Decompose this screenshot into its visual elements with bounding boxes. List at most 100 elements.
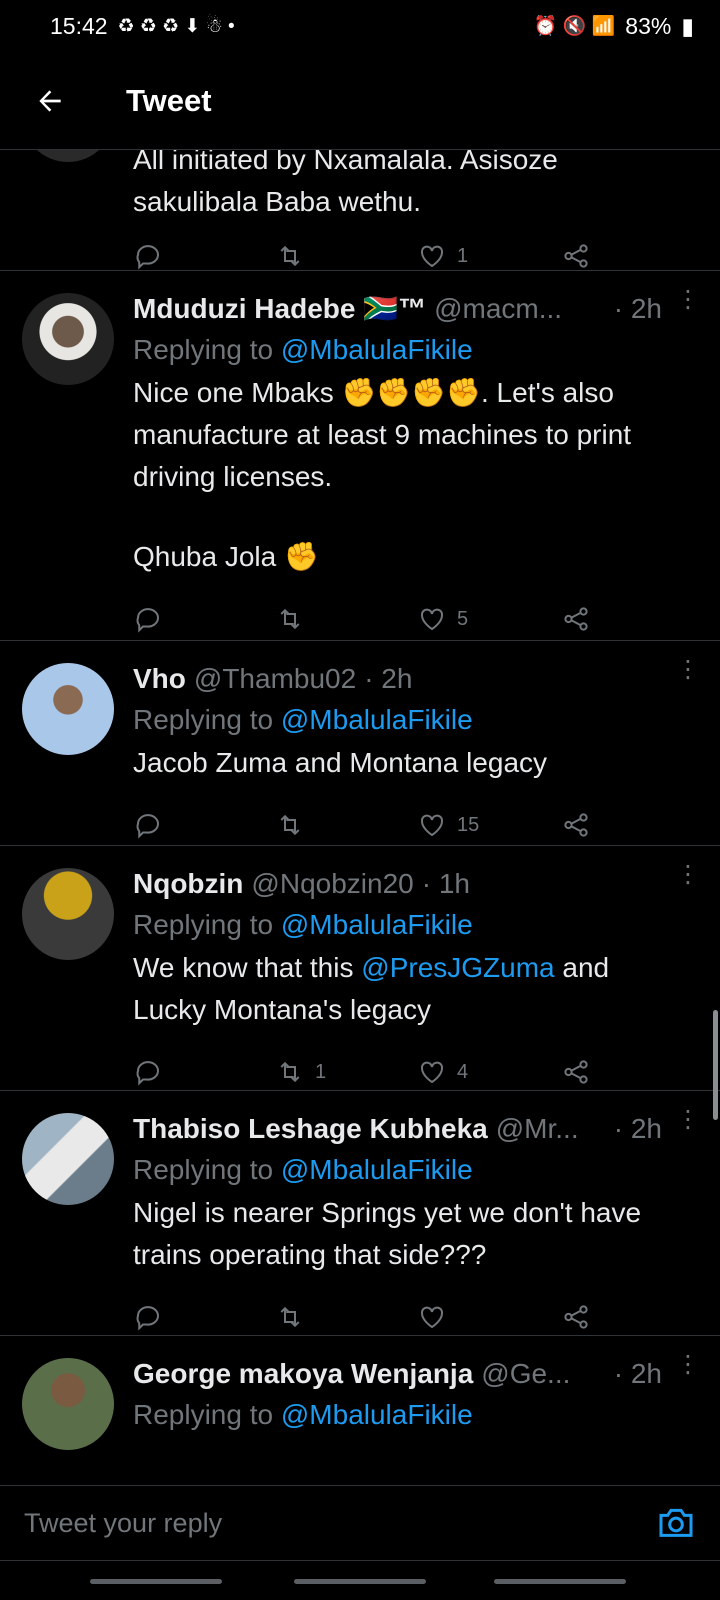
like-icon — [420, 1061, 444, 1084]
scrollbar-thumb[interactable] — [713, 1010, 718, 1120]
battery-icon: ▮ — [681, 12, 694, 39]
system-icons: ⏰ 🔇 📶 — [533, 16, 616, 37]
author-name[interactable]: Nqobzin — [133, 864, 243, 904]
replying-to: Replying to @MbalulaFikile — [133, 904, 690, 946]
replying-to: Replying to @MbalulaFikile — [133, 1394, 690, 1436]
replying-prefix: Replying to — [133, 909, 281, 940]
like-count: 4 — [457, 1060, 469, 1083]
nav-recents[interactable] — [90, 1579, 222, 1584]
replying-prefix: Replying to — [133, 1399, 281, 1430]
tweet-text: Qhuba Jola ✊ — [133, 541, 319, 572]
like-button[interactable]: 15 — [417, 810, 479, 840]
retweet-icon — [280, 1306, 300, 1328]
retweet-button[interactable] — [275, 241, 305, 271]
replying-to-mention[interactable]: @MbalulaFikile — [281, 909, 473, 940]
like-button[interactable]: 5 — [417, 604, 468, 634]
reply-icon — [136, 608, 159, 633]
share-button[interactable] — [561, 1302, 591, 1332]
like-count: 5 — [457, 607, 469, 630]
nav-back[interactable] — [494, 1579, 626, 1584]
tweet-text: sakulibala Baba wethu. — [133, 186, 421, 217]
tweet-item[interactable]: ⋮ Vho @Thambu02 · 2h Replying to @Mbalul… — [0, 641, 720, 846]
share-button[interactable] — [561, 810, 591, 840]
retweet-icon — [280, 1061, 300, 1083]
tweet-text: Nigel is nearer Springs yet we don't hav… — [133, 1197, 642, 1228]
tweet-item[interactable]: ⋮ Thabiso Leshage Kubheka @Mr... · 2h Re… — [0, 1091, 720, 1336]
tweet-time: · 1h — [421, 868, 470, 899]
replying-to: Replying to @MbalulaFikile — [133, 1149, 690, 1191]
status-time: 15:42 — [50, 12, 108, 39]
tweet-text: Nice one Mbaks ✊✊✊✊. Let's also — [133, 377, 614, 408]
replying-to-mention[interactable]: @MbalulaFikile — [281, 1154, 473, 1185]
replying-prefix: Replying to — [133, 1154, 281, 1185]
avatar[interactable] — [22, 293, 114, 385]
tweet-time: · 2h — [364, 663, 413, 694]
replying-to: Replying to @MbalulaFikile — [133, 329, 690, 371]
tweet-partial[interactable]: All initiated by Nxamalala. Asisoze saku… — [0, 150, 720, 271]
avatar[interactable] — [22, 1113, 114, 1205]
reply-icon — [136, 1061, 159, 1086]
like-icon — [420, 245, 444, 268]
tweet-item[interactable]: ⋮ Mduduzi Hadebe 🇿🇦™ @macm... · 2h Reply… — [0, 271, 720, 641]
author-name[interactable]: Mduduzi Hadebe 🇿🇦™ — [133, 289, 426, 329]
share-icon — [564, 813, 588, 837]
more-icon[interactable]: ⋮ — [676, 863, 700, 887]
camera-button[interactable] — [656, 1502, 696, 1542]
author-handle[interactable]: @macm... — [434, 289, 562, 329]
reply-composer — [0, 1485, 720, 1560]
avatar[interactable] — [22, 663, 114, 755]
author-handle[interactable]: @Mr... — [496, 1109, 579, 1149]
avatar[interactable] — [22, 868, 114, 960]
author-name[interactable]: Thabiso Leshage Kubheka — [133, 1109, 488, 1149]
more-icon[interactable]: ⋮ — [676, 1108, 700, 1132]
reply-button[interactable] — [133, 604, 163, 634]
reply-input[interactable] — [22, 1506, 586, 1540]
author-name[interactable]: George makoya Wenjanja — [133, 1354, 473, 1394]
more-icon[interactable]: ⋮ — [676, 658, 700, 682]
replying-to-mention[interactable]: @MbalulaFikile — [281, 1399, 473, 1430]
author-handle[interactable]: @Ge... — [481, 1354, 570, 1394]
replying-to-mention[interactable]: @MbalulaFikile — [281, 704, 473, 735]
retweet-button[interactable] — [275, 810, 305, 840]
more-icon[interactable]: ⋮ — [676, 288, 700, 312]
retweet-button[interactable] — [275, 604, 305, 634]
retweet-button[interactable]: 1 — [275, 1057, 326, 1087]
retweet-icon — [280, 608, 300, 630]
tweet-text: We know that this @PresJGZuma and — [133, 948, 690, 988]
like-button[interactable]: 1 — [417, 241, 468, 271]
back-arrow-icon — [39, 89, 61, 112]
author-handle[interactable]: @Thambu02 — [194, 659, 356, 699]
author-handle[interactable]: @Nqobzin20 — [251, 864, 413, 904]
system-nav-bar — [0, 1560, 720, 1600]
reply-button[interactable] — [133, 1057, 163, 1087]
like-icon — [420, 608, 444, 631]
share-button[interactable] — [561, 241, 591, 271]
share-button[interactable] — [561, 604, 591, 634]
author-name[interactable]: Vho — [133, 659, 186, 699]
share-button[interactable] — [561, 1057, 591, 1087]
reply-button[interactable] — [133, 810, 163, 840]
replying-to: Replying to @MbalulaFikile — [133, 699, 690, 741]
reply-button[interactable] — [133, 1302, 163, 1332]
like-count: 1 — [457, 244, 469, 267]
like-button[interactable] — [417, 1302, 447, 1332]
retweet-button[interactable] — [275, 1302, 305, 1332]
like-button[interactable]: 4 — [417, 1057, 468, 1087]
tweet-item[interactable]: ⋮ Nqobzin @Nqobzin20 · 1h Replying to @M… — [0, 846, 720, 1091]
avatar[interactable] — [22, 150, 114, 162]
share-icon — [564, 1060, 588, 1084]
mention-link[interactable]: @PresJGZuma — [361, 952, 554, 983]
like-icon — [420, 814, 444, 837]
status-bar: 15:42 ♻ ♻ ♻ ⬇ ☃ • ⏰ 🔇 📶 83% ▮ — [0, 0, 720, 52]
back-button[interactable] — [20, 71, 80, 131]
avatar[interactable] — [22, 1358, 114, 1450]
like-count: 15 — [457, 813, 480, 836]
more-icon[interactable]: ⋮ — [676, 1353, 700, 1377]
nav-home[interactable] — [294, 1579, 426, 1584]
reply-button[interactable] — [133, 241, 163, 271]
tweet-item[interactable]: ⋮ George makoya Wenjanja @Ge... · 2h Rep… — [0, 1336, 720, 1485]
tweet-text: All initiated by Nxamalala. Asisoze — [133, 150, 558, 175]
replying-to-mention[interactable]: @MbalulaFikile — [281, 334, 473, 365]
tweet-text: Jacob Zuma and Montana legacy — [133, 747, 548, 778]
tweet-text: manufacture at least 9 machines to print — [133, 419, 632, 450]
